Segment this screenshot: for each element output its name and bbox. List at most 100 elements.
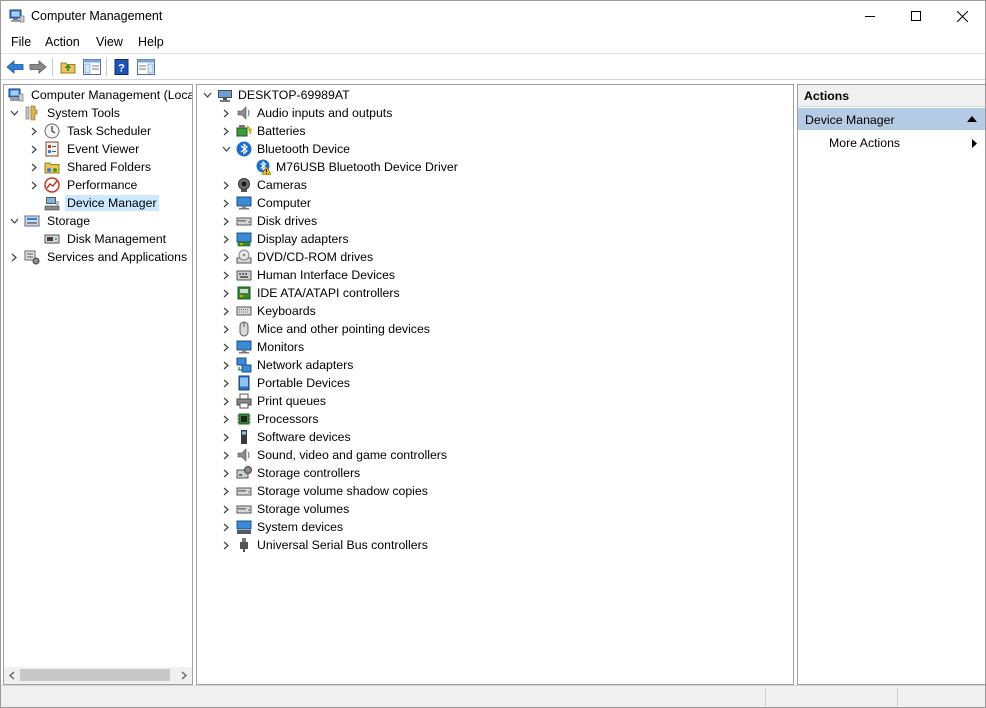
collapsed-chevron-icon[interactable] (28, 140, 40, 158)
collapsed-chevron-icon[interactable] (220, 230, 232, 248)
menu-file[interactable]: File (11, 35, 31, 49)
scroll-left-arrow[interactable] (5, 669, 19, 682)
device-category[interactable]: Cameras (220, 176, 307, 194)
device-category[interactable]: Universal Serial Bus controllers (220, 536, 428, 554)
more-actions-item[interactable]: More Actions (798, 133, 985, 153)
show-hide-action-pane-icon (137, 59, 155, 75)
device-category[interactable]: Software devices (220, 428, 351, 446)
forward-button[interactable] (28, 57, 48, 77)
collapsed-chevron-icon[interactable] (220, 464, 232, 482)
menu-action[interactable]: Action (45, 35, 80, 49)
collapsed-chevron-icon[interactable] (28, 122, 40, 140)
collapsed-chevron-icon[interactable] (220, 536, 232, 554)
device-category[interactable]: Portable Devices (220, 374, 350, 392)
help-button[interactable]: ? (112, 57, 132, 77)
collapsed-chevron-icon[interactable] (220, 482, 232, 500)
computer-icon (218, 90, 232, 102)
device-category[interactable]: Network adapters (220, 356, 353, 374)
console-tree-item[interactable]: Event Viewer (28, 140, 141, 158)
menu-view[interactable]: View (96, 35, 123, 49)
collapsed-chevron-icon[interactable] (28, 158, 40, 176)
scrollbar-thumb[interactable] (20, 669, 170, 681)
monitor-icon (236, 196, 252, 210)
minimize-button[interactable] (847, 1, 893, 31)
device-category[interactable]: Computer (220, 194, 311, 212)
device-category[interactable]: System devices (220, 518, 343, 536)
device-category[interactable]: Storage volume shadow copies (220, 482, 428, 500)
collapsed-chevron-icon[interactable] (8, 248, 20, 266)
device-category[interactable]: Processors (220, 410, 319, 428)
device-category[interactable]: Bluetooth Device (220, 140, 350, 158)
collapsed-chevron-icon[interactable] (220, 212, 232, 230)
device-category[interactable]: IDE ATA/ATAPI controllers (220, 284, 400, 302)
collapsed-chevron-icon[interactable] (220, 176, 232, 194)
collapsed-chevron-icon[interactable] (220, 284, 232, 302)
scroll-right-arrow[interactable] (177, 669, 191, 682)
device-manager-icon (44, 197, 60, 211)
device-category[interactable]: Keyboards (220, 302, 316, 320)
collapsed-chevron-icon[interactable] (220, 104, 232, 122)
menu-help[interactable]: Help (138, 35, 164, 49)
collapsed-chevron-icon[interactable] (220, 302, 232, 320)
collapsed-chevron-icon[interactable] (220, 410, 232, 428)
maximize-button[interactable] (893, 1, 939, 31)
collapsed-chevron-icon[interactable] (220, 266, 232, 284)
up-one-level-button[interactable] (58, 57, 78, 77)
console-tree-pane[interactable]: Computer Management (Local System Tools Ta… (3, 84, 193, 685)
device-category[interactable]: Storage volumes (220, 500, 349, 518)
console-tree-item[interactable]: Storage (8, 212, 92, 230)
device-category[interactable]: Batteries (220, 122, 306, 140)
collapsed-chevron-icon[interactable] (220, 446, 232, 464)
collapsed-chevron-icon[interactable] (220, 338, 232, 356)
collapsed-chevron-icon[interactable] (220, 122, 232, 140)
device-category[interactable]: Storage controllers (220, 464, 360, 482)
console-tree-item[interactable]: System Tools (8, 104, 122, 122)
device-label: Human Interface Devices (257, 268, 396, 282)
collapse-chevron-icon[interactable] (201, 86, 213, 104)
device-category[interactable]: Disk drives (220, 212, 317, 230)
console-tree-item[interactable]: Performance (28, 176, 139, 194)
collapsed-chevron-icon[interactable] (220, 392, 232, 410)
collapsed-chevron-icon[interactable] (220, 500, 232, 518)
actions-section-device-manager[interactable]: Device Manager (798, 108, 985, 130)
device-category[interactable]: Human Interface Devices (220, 266, 395, 284)
collapsed-chevron-icon[interactable] (220, 518, 232, 536)
device-tree-pane[interactable]: DESKTOP-69989AT Audio inputs and outputs… (196, 84, 794, 685)
horizontal-scrollbar[interactable] (4, 667, 192, 684)
collapsed-chevron-icon[interactable] (220, 320, 232, 338)
back-button[interactable] (5, 57, 25, 77)
console-tree-item[interactable]: Computer Management (Local (6, 86, 192, 104)
device-category[interactable]: Sound, video and game controllers (220, 446, 447, 464)
device-tree-root[interactable]: DESKTOP-69989AT (201, 86, 350, 104)
collapsed-chevron-icon[interactable] (220, 428, 232, 446)
device-category[interactable]: Audio inputs and outputs (220, 104, 392, 122)
title-bar[interactable]: Computer Management (1, 1, 985, 31)
console-tree-item[interactable]: Disk Management (28, 230, 168, 248)
collapsed-chevron-icon[interactable] (220, 248, 232, 266)
device-category[interactable]: Mice and other pointing devices (220, 320, 430, 338)
console-tree-item[interactable]: Device Manager (28, 194, 159, 212)
device-category[interactable]: Monitors (220, 338, 304, 356)
software-device-icon (241, 430, 247, 444)
collapsed-chevron-icon[interactable] (220, 356, 232, 374)
expanded-chevron-icon[interactable] (8, 104, 20, 122)
expanded-chevron-icon[interactable] (220, 140, 232, 158)
console-tree-item[interactable]: Shared Folders (28, 158, 153, 176)
device-label: Disk drives (257, 214, 318, 228)
expanded-chevron-icon[interactable] (8, 212, 20, 230)
collapsed-chevron-icon[interactable] (220, 374, 232, 392)
close-icon (956, 10, 968, 22)
collapsed-chevron-icon[interactable] (28, 176, 40, 194)
device-category[interactable]: DVD/CD-ROM drives (220, 248, 373, 266)
device-category[interactable]: Display adapters (220, 230, 349, 248)
device-item[interactable]: M76USB Bluetooth Device Driver (239, 158, 458, 176)
device-category[interactable]: Print queues (220, 392, 326, 410)
console-tree-item[interactable]: Task Scheduler (28, 122, 153, 140)
show-hide-action-pane-button[interactable] (136, 57, 156, 77)
console-tree-item[interactable]: Services and Applications (8, 248, 189, 266)
collapsed-chevron-icon[interactable] (220, 194, 232, 212)
clock-icon (44, 123, 60, 139)
show-hide-console-tree-button[interactable] (82, 57, 102, 77)
device-label: Cameras (257, 178, 307, 192)
close-button[interactable] (939, 1, 985, 31)
